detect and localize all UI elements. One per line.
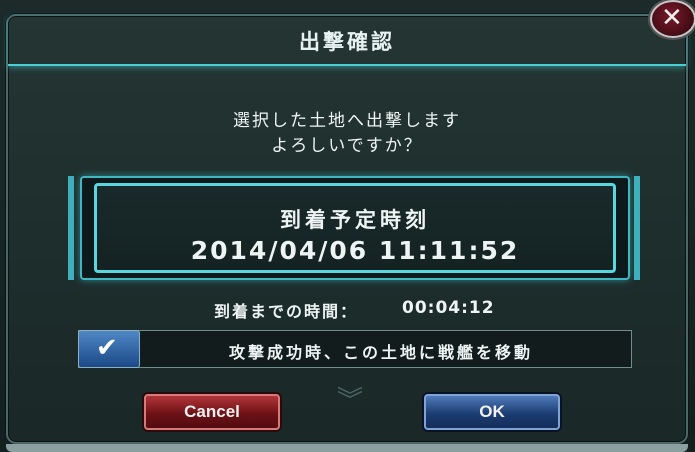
chevron-down-icon: ︾ (336, 386, 363, 416)
arrival-panel-left-bar (68, 176, 74, 280)
confirm-message-line1: 選択した土地へ出撃します (233, 111, 461, 131)
close-button[interactable]: ✕ (650, 0, 695, 38)
move-battleship-option[interactable]: ✔ 攻撃成功時、この土地に戦艦を移動 (78, 330, 632, 368)
arrival-label: 到着予定時刻 (280, 208, 430, 232)
move-battleship-label: 攻撃成功時、この土地に戦艦を移動 (229, 343, 534, 362)
dialog-title: 出撃確認 (299, 30, 395, 54)
dialog-title-bar: 出撃確認 (8, 16, 686, 66)
confirm-message-line2: よろしいですか？ (271, 136, 423, 156)
arrival-panel-right-bar (634, 176, 640, 280)
move-battleship-checkbox[interactable]: ✔ (78, 330, 140, 368)
arrival-time: 2014/04/06 11:11:52 (190, 236, 520, 265)
arrival-panel: 到着予定時刻 2014/04/06 11:11:52 (80, 176, 630, 280)
remaining-time-label: 到着までの時間： (214, 302, 359, 321)
check-icon: ✔ (96, 333, 118, 363)
ok-button[interactable]: OK (424, 394, 560, 430)
close-icon: ✕ (661, 3, 683, 33)
sortie-confirm-dialog: 出撃確認 選択した土地へ出撃します よろしいですか？ 到着予定時刻 2014/0… (6, 14, 688, 452)
cancel-button[interactable]: Cancel (144, 394, 280, 430)
remaining-time-value: 00:04:12 (402, 298, 495, 318)
arrival-panel-inner: 到着予定時刻 2014/04/06 11:11:52 (94, 183, 616, 273)
